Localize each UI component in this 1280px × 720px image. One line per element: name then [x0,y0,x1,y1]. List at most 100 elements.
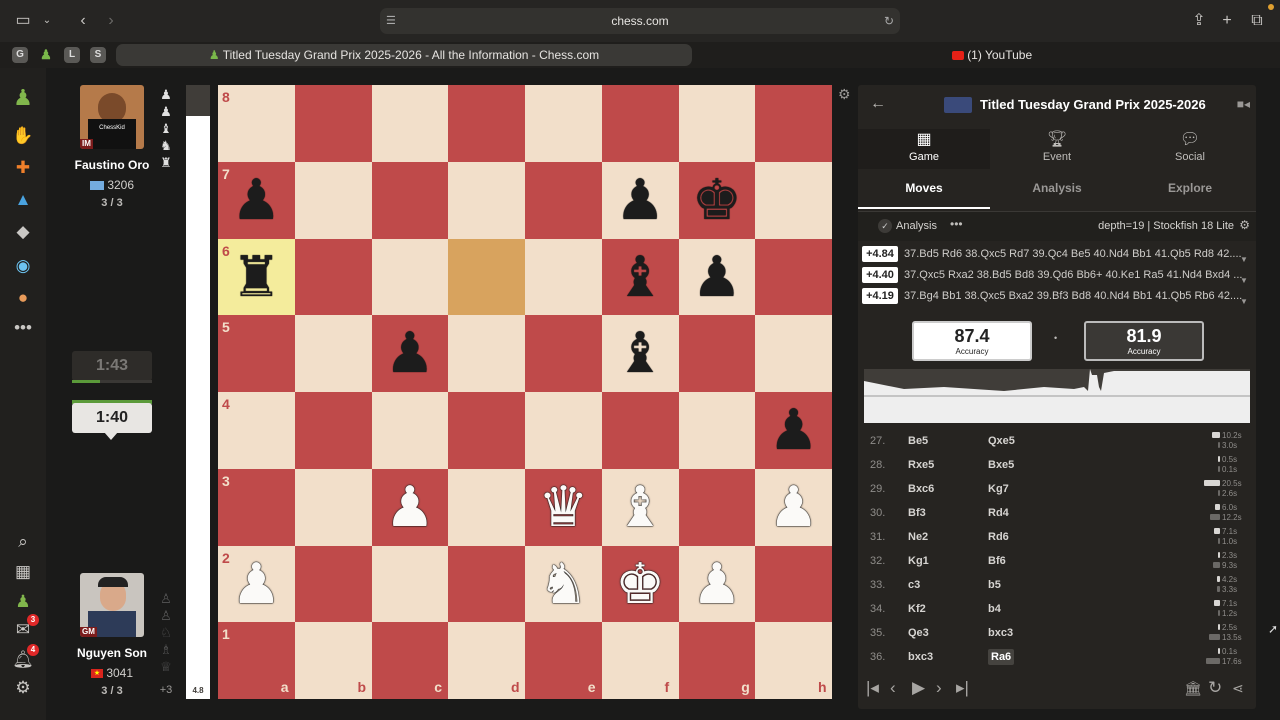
square-b8[interactable] [294,85,372,162]
white-king-piece[interactable]: ♚ [602,546,679,623]
square-b6[interactable] [294,238,372,316]
square-e7[interactable] [525,161,602,239]
last-move-icon[interactable]: ▸| [956,677,969,699]
square-b3[interactable] [294,468,372,546]
top-player-name[interactable]: Faustino Oro [52,158,172,172]
friends-icon[interactable]: ♟ [11,590,35,614]
black-move[interactable]: Rd4 [988,501,1009,525]
square-c6[interactable] [371,238,449,316]
black-move[interactable]: Ra6 [988,649,1015,665]
forward-icon[interactable]: › [100,10,122,32]
white-move[interactable]: Ne2 [908,525,928,549]
black-rook-piece[interactable]: ♜ [218,239,295,316]
tab-explore[interactable]: Explore [1124,181,1256,195]
tab-social[interactable]: 💬︎ Social [1124,129,1256,169]
library-icon[interactable]: 🏛︎ [1184,677,1202,699]
black-bishop-piece[interactable]: ♝ [602,315,679,392]
square-e6[interactable] [525,238,602,316]
back-icon[interactable]: ‹ [72,10,94,32]
square-e8[interactable] [525,85,602,162]
pinned-tab[interactable]: L [64,47,80,63]
square-c7[interactable] [371,161,449,239]
previous-move-icon[interactable]: ‹ [890,677,896,699]
square-h7[interactable] [755,161,832,239]
black-pawn-piece[interactable]: ♟ [679,239,756,316]
share-icon[interactable]: ⋖ [1232,677,1244,699]
white-move[interactable]: Bxc6 [908,477,934,501]
tab-moves[interactable]: Moves [858,181,990,195]
square-h8[interactable] [755,85,832,162]
top-player-avatar[interactable]: ChessKid IM [80,85,144,149]
square-d4[interactable] [448,392,525,469]
square-b7[interactable] [294,161,372,239]
black-pawn-piece[interactable]: ♟ [755,392,832,469]
square-h5[interactable] [755,315,832,392]
tab-event[interactable]: 🏆︎ Event [991,129,1123,169]
pinned-tab[interactable]: G [12,47,28,63]
white-bishop-piece[interactable]: ♝ [602,469,679,546]
white-queen-piece[interactable]: ♛ [525,469,602,546]
white-move[interactable]: c3 [908,573,920,597]
engine-line[interactable]: +4.19 37.Bg4 Bb1 38.Qxc5 Bxa2 39.Bf3 Bd8 … [862,287,1248,307]
sidebar-toggle-icon[interactable]: ▭ [12,10,34,32]
square-h6[interactable] [755,238,832,316]
black-move[interactable]: bxc3 [988,621,1013,645]
expand-lines-icons[interactable]: ▼ ▼ ▼ [1240,249,1248,312]
square-d6[interactable] [448,238,525,316]
square-g8[interactable] [678,85,756,162]
share-icon[interactable]: ⇪ [1188,10,1210,32]
white-move[interactable]: Kg1 [908,549,929,573]
black-move[interactable]: Kg7 [988,477,1009,501]
white-move[interactable]: Kf2 [908,597,926,621]
white-move[interactable]: Be5 [908,429,928,453]
first-move-icon[interactable]: |◂ [866,677,879,699]
chess-board[interactable]: 8 7 6 5 4 3 2 1 a b c d e f g h ♟ ♟ ♚ ♜ ♝ ♟ ♟ ♝ ♟ ♟ ♛ ♝ ♟ ♟ ♞ ♚ ♟ [218,85,832,699]
bottom-player-avatar[interactable]: GM [80,573,144,637]
tab-overview-icon[interactable]: ⧉ [1246,10,1268,32]
tab-chess[interactable]: ♟ Titled Tuesday Grand Prix 2025-2026 - … [116,44,692,66]
black-move[interactable]: Qxe5 [988,429,1015,453]
pinned-tab[interactable]: ♟ [38,47,54,63]
white-pawn-piece[interactable]: ♟ [755,469,832,546]
square-f8[interactable] [601,85,679,162]
square-h2[interactable] [755,545,832,623]
more-icon[interactable]: ••• [11,316,35,340]
new-tab-icon[interactable]: + [1216,10,1238,32]
white-pawn-piece[interactable]: ♟ [372,469,449,546]
square-g5[interactable] [678,315,756,392]
board-icon[interactable]: ▦ [11,560,35,584]
learn-icon[interactable]: ▲ [11,188,35,212]
settings-icon[interactable]: ⚙ [11,676,35,700]
square-e4[interactable] [525,392,602,469]
white-move[interactable]: bxc3 [908,645,933,669]
square-d5[interactable] [448,315,525,392]
square-b2[interactable] [294,545,372,623]
black-pawn-piece[interactable]: ♟ [372,315,449,392]
evaluation-graph[interactable] [864,369,1250,423]
black-bishop-piece[interactable]: ♝ [602,239,679,316]
engine-line[interactable]: +4.40 37.Qxc5 Rxa2 38.Bd5 Bd8 39.Qd6 Bb6+… [862,266,1248,286]
square-c2[interactable] [371,545,449,623]
next-move-icon[interactable]: › [936,677,942,699]
black-move[interactable]: Bxe5 [988,453,1014,477]
square-d3[interactable] [448,468,525,546]
square-d7[interactable] [448,161,525,239]
square-d2[interactable] [448,545,525,623]
white-move[interactable]: Rxe5 [908,453,934,477]
social-icon[interactable]: ● [11,286,35,310]
back-arrow-icon[interactable]: ← [870,95,886,113]
news-icon[interactable]: ◉ [11,254,35,278]
white-knight-piece[interactable]: ♞ [525,546,602,623]
play-icon[interactable]: ▶ [912,677,925,699]
black-move[interactable]: b4 [988,597,1001,621]
pinned-tab[interactable]: S [90,47,106,63]
black-move[interactable]: Rd6 [988,525,1009,549]
address-bar[interactable]: ☰ chess.com ↻ [380,8,900,34]
tab-analysis[interactable]: Analysis [991,181,1123,195]
puzzles-icon[interactable]: ✚ [11,156,35,180]
square-d8[interactable] [448,85,525,162]
watch-icon[interactable]: ◆ [11,220,35,244]
tab-game[interactable]: ▦ Game [858,129,990,169]
analysis-toggle[interactable]: ✓ [878,219,892,233]
black-move[interactable]: Bf6 [988,549,1006,573]
